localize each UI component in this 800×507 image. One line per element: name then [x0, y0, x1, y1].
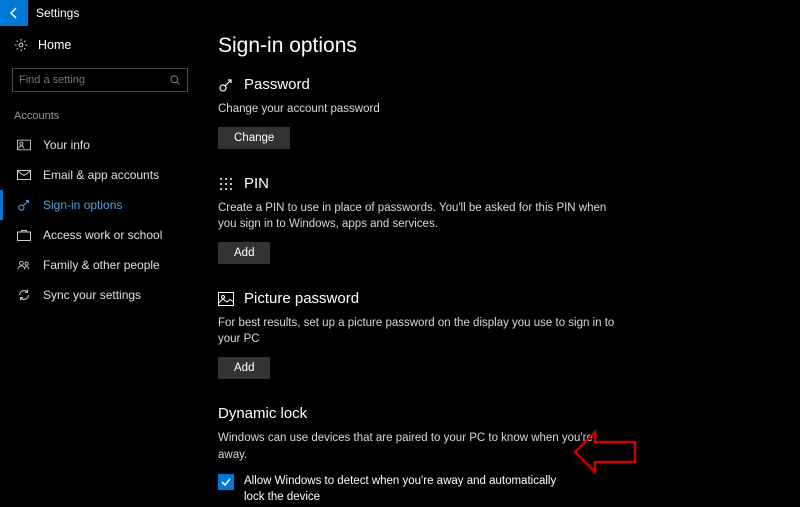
sidebar-item-sync[interactable]: Sync your settings [0, 280, 200, 310]
people-icon [17, 259, 31, 271]
sidebar-item-label: Access work or school [43, 228, 162, 242]
dynamic-lock-desc: Windows can use devices that are paired … [218, 430, 618, 462]
search-icon [169, 74, 181, 86]
sidebar-item-family[interactable]: Family & other people [0, 250, 200, 280]
sidebar: Home Accounts Your info Email & app acco… [0, 26, 200, 507]
page-title: Sign-in options [218, 34, 770, 58]
back-button[interactable] [0, 0, 28, 26]
home-button[interactable]: Home [0, 32, 200, 58]
sidebar-item-your-info[interactable]: Your info [0, 130, 200, 160]
sidebar-item-label: Email & app accounts [43, 168, 159, 182]
sidebar-item-label: Family & other people [43, 258, 160, 272]
pin-section: PIN Create a PIN to use in place of pass… [218, 175, 618, 264]
dynamic-lock-checkbox-label: Allow Windows to detect when you're away… [244, 473, 558, 505]
dynamic-lock-checkbox[interactable] [218, 474, 234, 490]
main-content: Sign-in options Password Change your acc… [200, 26, 800, 507]
dynamic-lock-section: Dynamic lock Windows can use devices tha… [218, 405, 618, 507]
sidebar-item-label: Sign-in options [43, 198, 122, 212]
section-label: Accounts [0, 106, 200, 130]
home-label: Home [38, 38, 71, 52]
password-heading: Password [244, 76, 310, 93]
arrow-left-icon [7, 6, 21, 20]
password-section: Password Change your account password Ch… [218, 76, 618, 149]
key-icon [218, 77, 234, 93]
sidebar-item-label: Sync your settings [43, 288, 141, 302]
sync-icon [17, 288, 31, 302]
picture-password-section: Picture password For best results, set u… [218, 290, 618, 379]
key-icon [17, 198, 31, 212]
sidebar-item-label: Your info [43, 138, 90, 152]
picture-heading: Picture password [244, 290, 359, 307]
sidebar-item-work-school[interactable]: Access work or school [0, 220, 200, 250]
picture-desc: For best results, set up a picture passw… [218, 315, 618, 347]
app-title: Settings [36, 6, 79, 20]
check-icon [220, 476, 232, 488]
sidebar-item-signin-options[interactable]: Sign-in options [0, 190, 200, 220]
keypad-icon [218, 176, 234, 192]
add-pin-button[interactable]: Add [218, 242, 270, 264]
dynamic-lock-checkbox-row[interactable]: Allow Windows to detect when you're away… [218, 473, 558, 505]
briefcase-icon [17, 229, 31, 241]
person-badge-icon [17, 139, 31, 151]
search-input[interactable] [19, 74, 169, 86]
pin-heading: PIN [244, 175, 269, 192]
sidebar-item-email[interactable]: Email & app accounts [0, 160, 200, 190]
gear-icon [14, 38, 28, 52]
mail-icon [17, 170, 31, 180]
change-password-button[interactable]: Change [218, 127, 290, 149]
pin-desc: Create a PIN to use in place of password… [218, 200, 618, 232]
picture-icon [218, 292, 234, 306]
titlebar: Settings [0, 0, 800, 26]
search-box[interactable] [12, 68, 188, 92]
add-picture-password-button[interactable]: Add [218, 357, 270, 379]
password-desc: Change your account password [218, 101, 618, 117]
dynamic-lock-heading: Dynamic lock [218, 405, 307, 422]
